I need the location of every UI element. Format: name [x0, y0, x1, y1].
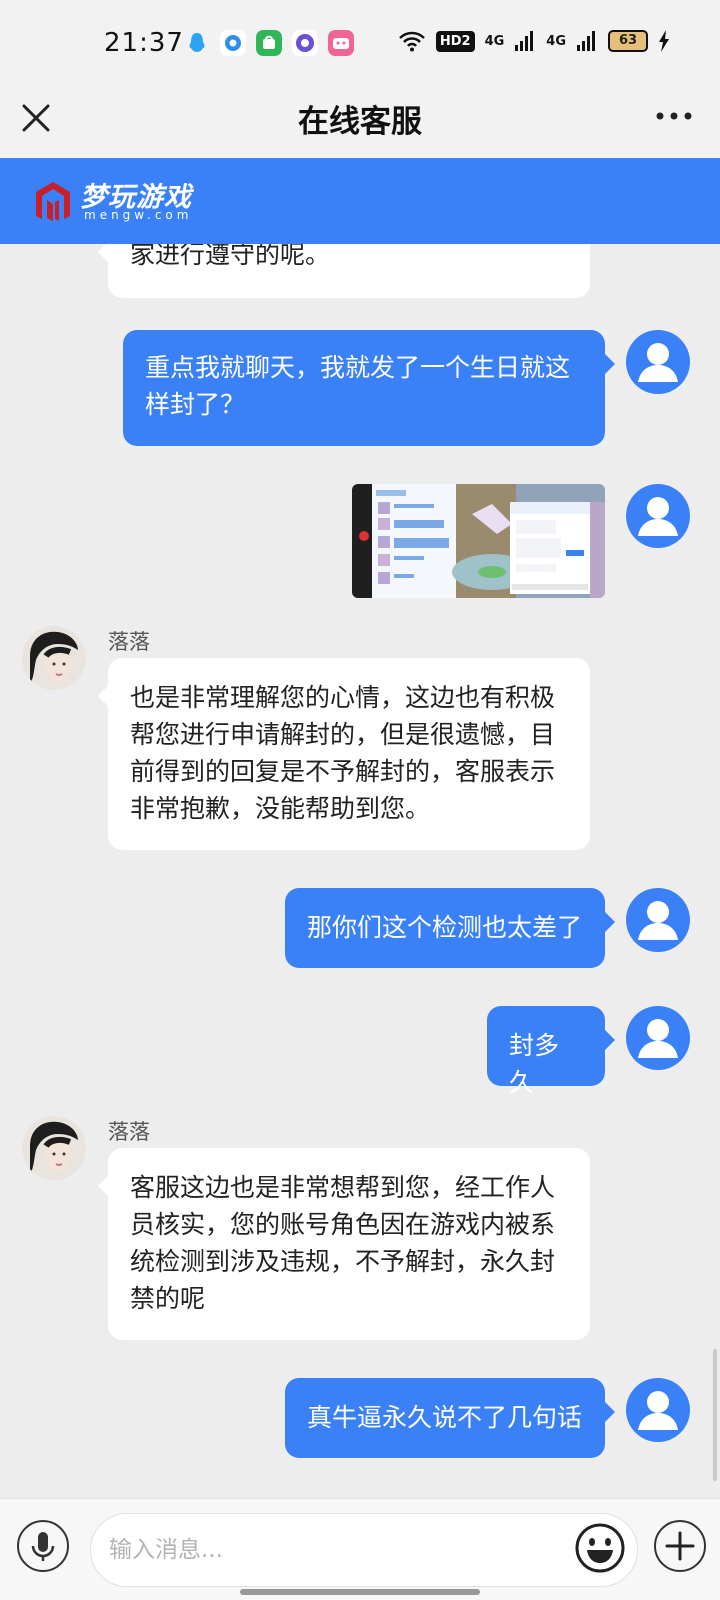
clock: 21:37: [104, 28, 184, 58]
user-message[interactable]: 真牛逼永久说不了几句话: [285, 1378, 615, 1458]
signal-1-label: 4G: [484, 33, 505, 49]
user-avatar[interactable]: [626, 1378, 690, 1442]
status-bar: 21:37 HD2 4G 4G 63: [0, 0, 720, 88]
microphone-icon: [31, 1532, 55, 1561]
chat-area[interactable]: 家进行遵守的呢。 重点我就聊天，我就发了一个生日就这样封了？ 落落 也是非常理解…: [0, 244, 720, 1498]
qq-icon: [189, 33, 205, 52]
wifi-icon: [398, 31, 425, 52]
user-avatar-icon: [638, 1019, 678, 1058]
app-circle-icon: [220, 30, 246, 56]
image-message[interactable]: [352, 484, 605, 598]
signal-2-icon: [577, 31, 595, 51]
message-text: 客服这边也是非常想帮到您，经工作人员核实，您的账号角色因在游戏内被系统检测到涉及…: [130, 1173, 556, 1313]
agent-name: 落落: [108, 630, 150, 654]
agent-avatar-icon: [22, 626, 86, 690]
message-text: 家进行遵守的呢。: [130, 244, 331, 269]
message-input[interactable]: [90, 1513, 638, 1587]
user-avatar[interactable]: [626, 484, 690, 548]
brand-logo-icon: [36, 182, 70, 221]
message-text: 真牛逼永久说不了几句话: [307, 1403, 583, 1432]
user-avatar-icon: [638, 343, 678, 382]
user-avatar[interactable]: [626, 1006, 690, 1070]
bilibili-icon: [328, 30, 354, 56]
battery-indicator: 63: [608, 30, 648, 52]
video-app-icon: [292, 30, 318, 56]
emoji-icon[interactable]: [574, 1522, 626, 1574]
message-text: 封多久: [509, 1031, 560, 1097]
agent-message[interactable]: 也是非常理解您的心情，这边也有积极帮您进行申请解封的，但是很遗憾，目前得到的回复…: [98, 658, 590, 850]
message-text: 也是非常理解您的心情，这边也有积极帮您进行申请解封的，但是很遗憾，目前得到的回复…: [130, 683, 556, 823]
voice-button[interactable]: [17, 1520, 69, 1572]
title-bar: 在线客服: [0, 88, 720, 158]
chat-scrollbar[interactable]: [713, 1349, 717, 1481]
agent-message[interactable]: 客服这边也是非常想帮到您，经工作人员核实，您的账号角色因在游戏内被系统检测到涉及…: [98, 1148, 590, 1340]
charging-icon: [659, 30, 669, 52]
hd-badge: HD2: [435, 30, 475, 52]
user-avatar-icon: [638, 901, 678, 940]
agent-message: 家进行遵守的呢。: [98, 244, 590, 298]
page-title: 在线客服: [298, 104, 422, 140]
agent-avatar-icon: [22, 1116, 86, 1180]
user-avatar-icon: [638, 497, 678, 536]
system-icons: HD2 4G 4G 63: [398, 30, 670, 52]
user-message[interactable]: 那你们这个检测也太差了: [285, 888, 615, 968]
brand-subtitle: mengw.com: [84, 208, 193, 222]
home-indicator[interactable]: [240, 1589, 480, 1595]
plus-button[interactable]: [654, 1520, 706, 1572]
user-avatar[interactable]: [626, 888, 690, 952]
user-avatar[interactable]: [626, 330, 690, 394]
user-avatar-icon: [638, 1391, 678, 1430]
user-message[interactable]: 重点我就聊天，我就发了一个生日就这样封了？: [123, 330, 615, 446]
user-message[interactable]: 封多久: [487, 1006, 615, 1097]
more-options-icon[interactable]: [654, 106, 694, 126]
message-text: 那你们这个检测也太差了: [307, 913, 583, 942]
agent-name: 落落: [108, 1120, 150, 1144]
plus-icon: [665, 1531, 695, 1561]
signal-1-icon: [515, 31, 534, 51]
agent-avatar[interactable]: [22, 1116, 86, 1180]
signal-2-label: 4G: [546, 33, 566, 49]
notification-icons: [184, 30, 354, 56]
brand-banner: 梦玩游戏 mengw.com: [0, 158, 720, 244]
input-bar: [0, 1498, 720, 1600]
screenshot-image-icon: [352, 484, 605, 598]
store-icon: [256, 30, 282, 56]
message-text: 重点我就聊天，我就发了一个生日就这样封了？: [145, 353, 571, 419]
agent-avatar[interactable]: [22, 626, 86, 690]
